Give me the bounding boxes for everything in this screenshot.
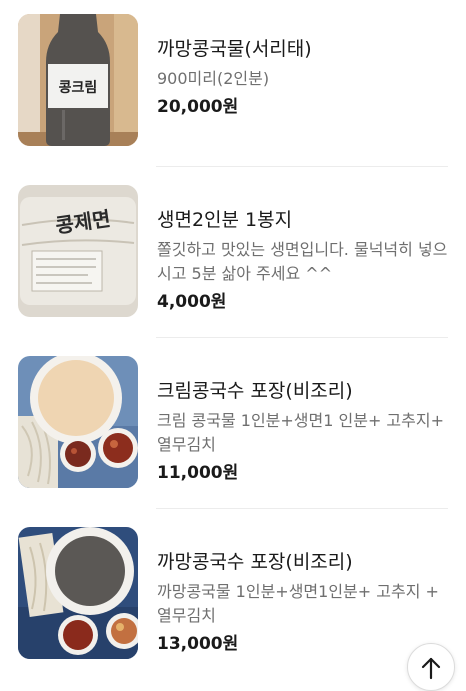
menu-item-price: 11,000원 [157, 463, 239, 483]
black-bean-milk-bottle-image: 콩크림 [18, 14, 138, 146]
menu-item-info: 까망콩국수 포장(비조리) 까망콩국물 1인분+생면1인분+ 고추지 + 열무김… [157, 527, 449, 656]
menu-item-name: 크림콩국수 포장(비조리) [157, 380, 353, 402]
menu-item-description: 크림 콩국물 1인분+생면1 인분+ 고추지+ 열무김치 [157, 411, 445, 454]
divider [156, 337, 448, 338]
cream-soup-illustration [18, 356, 138, 488]
menu-item-info: 크림콩국수 포장(비조리) 크림 콩국물 1인분+생면1 인분+ 고추지+ 열무… [157, 356, 449, 485]
fresh-noodle-pack-image: 콩제면 [18, 185, 138, 317]
divider [156, 508, 448, 509]
menu-item[interactable]: 콩크림 까망콩국물(서리태) 900미리(2인분) 20,000원 [18, 14, 448, 146]
menu-item-description: 쫄깃하고 맛있는 생면입니다. 물넉넉히 넣으시고 5분 삶아 주세요 ^^ [157, 240, 448, 283]
menu-item[interactable]: 콩제면 생면2인분 1봉지 쫄깃하고 맛있는 생면입니다. 물넉넉히 넣으시고 … [18, 185, 448, 317]
menu-item-info: 생면2인분 1봉지 쫄깃하고 맛있는 생면입니다. 물넉넉히 넣으시고 5분 삶… [157, 185, 449, 314]
menu-item-description: 까망콩국물 1인분+생면1인분+ 고추지 + 열무김치 [157, 582, 439, 625]
menu-item-name: 까망콩국수 포장(비조리) [157, 551, 353, 573]
scroll-to-top-button[interactable] [407, 643, 455, 691]
menu-item-description: 900미리(2인분) [157, 69, 270, 88]
black-bean-soup-package-image [18, 527, 138, 659]
menu-item-info: 까망콩국물(서리태) 900미리(2인분) 20,000원 [157, 14, 449, 119]
black-soup-illustration [18, 527, 138, 659]
menu-item-price: 13,000원 [157, 634, 239, 654]
bottle-label: 콩크림 [59, 80, 98, 96]
arrow-up-icon [421, 657, 441, 680]
divider [156, 166, 448, 167]
cream-bean-soup-package-image [18, 356, 138, 488]
menu-item-name: 까망콩국물(서리태) [157, 38, 312, 60]
menu-item-price: 4,000원 [157, 292, 227, 312]
bottle-illustration: 콩크림 [18, 14, 138, 146]
menu-item-name: 생면2인분 1봉지 [157, 209, 293, 231]
menu-item[interactable]: 까망콩국수 포장(비조리) 까망콩국물 1인분+생면1인분+ 고추지 + 열무김… [18, 527, 448, 659]
noodle-pack-illustration: 콩제면 [18, 185, 138, 317]
menu-item-price: 20,000원 [157, 97, 239, 117]
menu-item[interactable]: 크림콩국수 포장(비조리) 크림 콩국물 1인분+생면1 인분+ 고추지+ 열무… [18, 356, 448, 488]
